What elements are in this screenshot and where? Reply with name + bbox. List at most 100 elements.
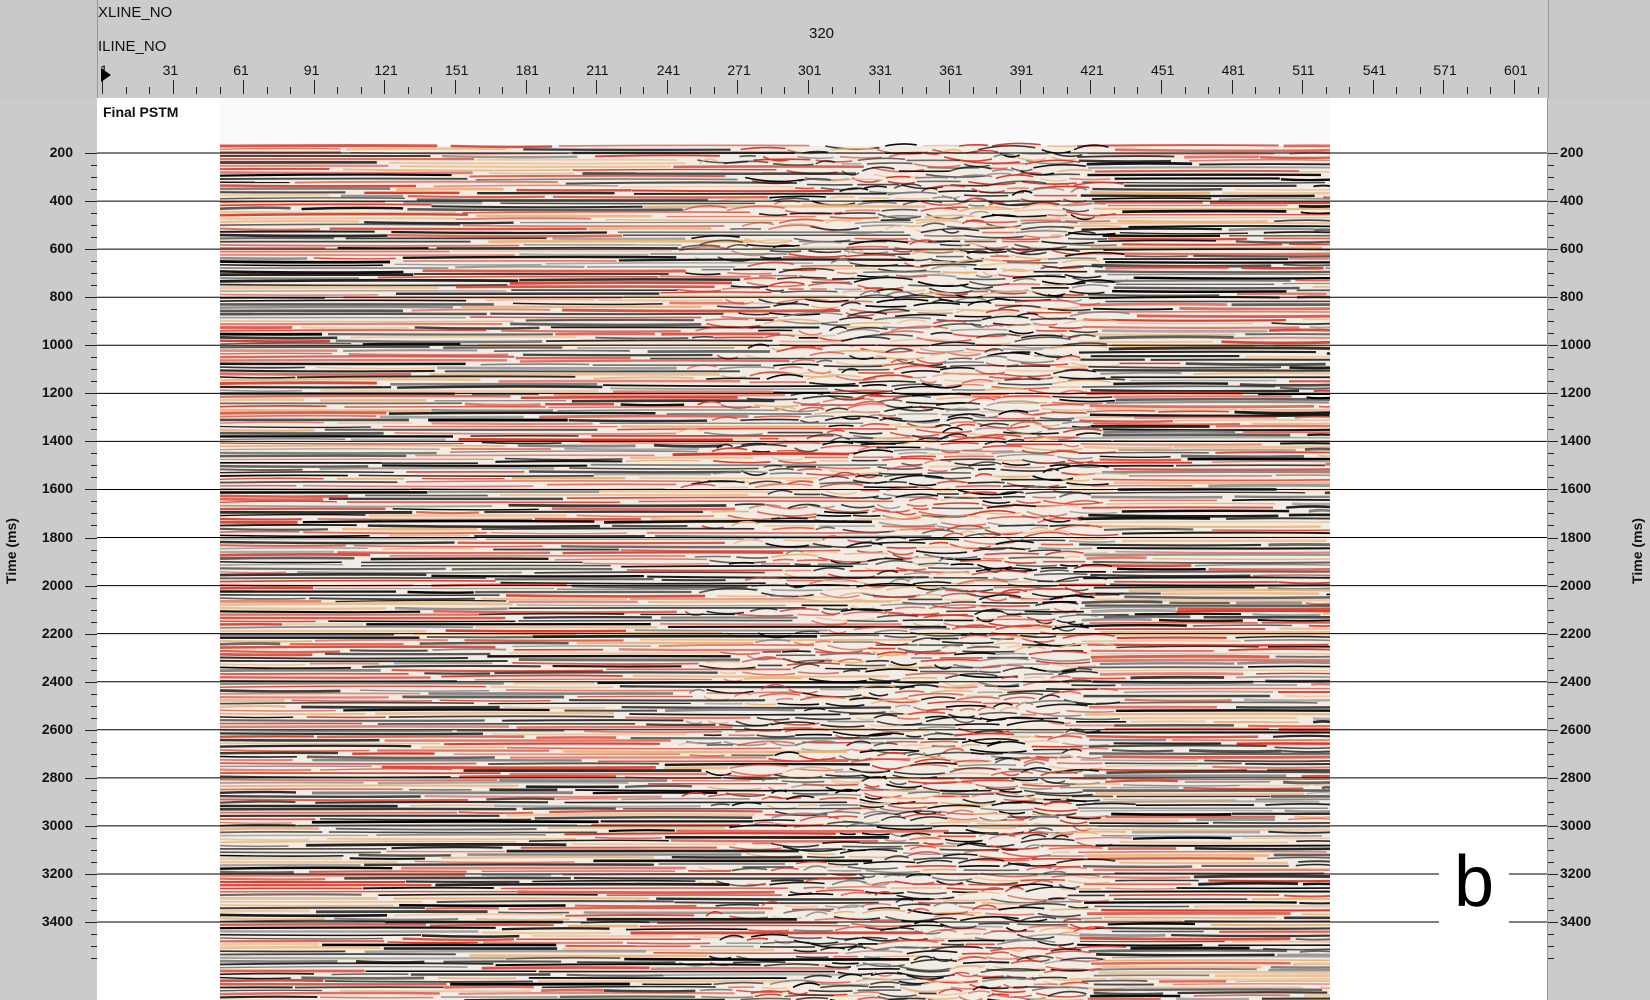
seismic-reflector [1180, 454, 1304, 459]
seismic-reflector [620, 185, 794, 188]
xline-tick-mark [737, 80, 739, 94]
seismic-reflector [639, 476, 819, 480]
xline-tick-mark [878, 80, 880, 94]
seismic-reflector [219, 682, 504, 686]
xline-tick-label: 511 [1292, 62, 1315, 78]
seismic-reflector [1037, 547, 1093, 550]
seismic-reflector [367, 524, 600, 529]
seismic-reflector [1208, 879, 1331, 883]
seismic-reflector [588, 226, 712, 231]
time-tick-mark [1548, 777, 1558, 779]
seismic-reflector [219, 909, 310, 913]
seismic-reflector [346, 147, 507, 151]
seismic-reflector [1102, 755, 1331, 759]
seismic-reflector [962, 449, 1015, 453]
seismic-reflector [947, 819, 1001, 822]
seismic-section-plot[interactable]: Final PSTM b [97, 98, 1547, 1000]
time-tick-label-left: 2200 [41, 624, 73, 641]
seismic-reflector [219, 293, 379, 296]
xline-minor-tick [407, 87, 409, 94]
seismic-reflector [1096, 525, 1321, 528]
time-tick-label-right: 400 [1560, 192, 1584, 209]
seismic-reflector [493, 804, 701, 808]
seismic-reflector [1226, 517, 1331, 520]
seismic-reflector [1116, 567, 1206, 571]
seismic-reflector [819, 459, 849, 462]
seismic-reflector [1102, 965, 1262, 969]
time-tick-label-left: 1400 [41, 432, 73, 449]
seismic-reflector [1007, 752, 1063, 755]
seismic-reflector [1215, 451, 1331, 454]
seismic-reflector [1088, 166, 1331, 169]
seismic-reflector [1309, 325, 1331, 329]
seismic-reflector [219, 408, 431, 413]
xline-tick-label: 421 [1080, 62, 1104, 78]
seismic-reflector [866, 659, 889, 663]
seismic-reflector [1128, 225, 1331, 228]
seismic-reflector [562, 551, 784, 555]
xline-tick-label: 121 [374, 62, 398, 78]
seismic-reflector [399, 165, 671, 168]
seismic-reflector [387, 941, 478, 944]
seismic-reflector [1087, 857, 1255, 861]
seismic-reflector [219, 652, 313, 657]
seismic-reflector [900, 983, 922, 986]
seismic-reflector [219, 597, 306, 600]
seismic-reflector [219, 504, 493, 508]
seismic-reflector [610, 387, 828, 390]
seismic-reflector [1252, 574, 1331, 577]
time-minor-tick [1548, 885, 1554, 887]
seismic-reflector [1237, 661, 1331, 665]
seismic-reflector [1075, 416, 1134, 419]
xline-minor-tick [1396, 87, 1398, 94]
seismic-reflector [1252, 613, 1321, 617]
seismic-reflector [1001, 237, 1040, 241]
seismic-reflector [378, 893, 598, 897]
seismic-reflector [1091, 197, 1212, 200]
seismic-reflector [1072, 677, 1126, 680]
seismic-reflector [1077, 943, 1203, 947]
seismic-reflector [387, 234, 623, 238]
seismic-reflector [219, 389, 302, 392]
seismic-reflector [219, 906, 425, 910]
seismic-reflector [1079, 933, 1166, 937]
seismic-reflector [999, 531, 1028, 535]
seismic-reflector [219, 642, 281, 646]
seismic-reflector [1298, 860, 1331, 863]
seismic-reflector [441, 855, 654, 860]
seismic-reflector [1040, 567, 1068, 570]
seismic-reflector [1113, 286, 1300, 290]
seismic-reflector [701, 995, 754, 999]
seismic-reflector [1082, 325, 1300, 329]
seismic-reflector [781, 650, 811, 653]
seismic-reflector [219, 329, 487, 332]
seismic-reflector [895, 425, 932, 428]
seismic-reflector [905, 865, 957, 868]
seismic-reflector [320, 996, 434, 999]
time-tick-label-right: 1000 [1560, 336, 1592, 353]
seismic-reflector [219, 594, 500, 597]
seismic-reflector [995, 652, 1027, 656]
seismic-reflector [594, 836, 663, 839]
seismic-reflector [219, 210, 457, 215]
seismic-reflector [1084, 828, 1331, 831]
seismic-reflector [219, 213, 468, 217]
seismic-reflector [429, 923, 554, 927]
seismic-reflector [1089, 404, 1315, 409]
seismic-reflector [1239, 383, 1331, 387]
seismic-reflector [909, 270, 941, 273]
seismic-reflector [1235, 240, 1331, 244]
seismic-reflector [1256, 672, 1331, 675]
seismic-reflector [391, 846, 503, 850]
time-minor-tick [1548, 946, 1554, 948]
seismic-reflector [1092, 560, 1331, 565]
time-minor-tick [1548, 717, 1554, 719]
seismic-reflector [219, 978, 324, 983]
seismic-traces [97, 98, 1547, 1000]
xline-tick-mark [243, 80, 245, 94]
iline-value: 320 [809, 25, 835, 42]
seismic-reflector [1080, 759, 1198, 762]
seismic-reflector [488, 762, 660, 766]
time-minor-tick [1548, 381, 1554, 383]
cursor-arrow-icon[interactable] [101, 68, 111, 82]
